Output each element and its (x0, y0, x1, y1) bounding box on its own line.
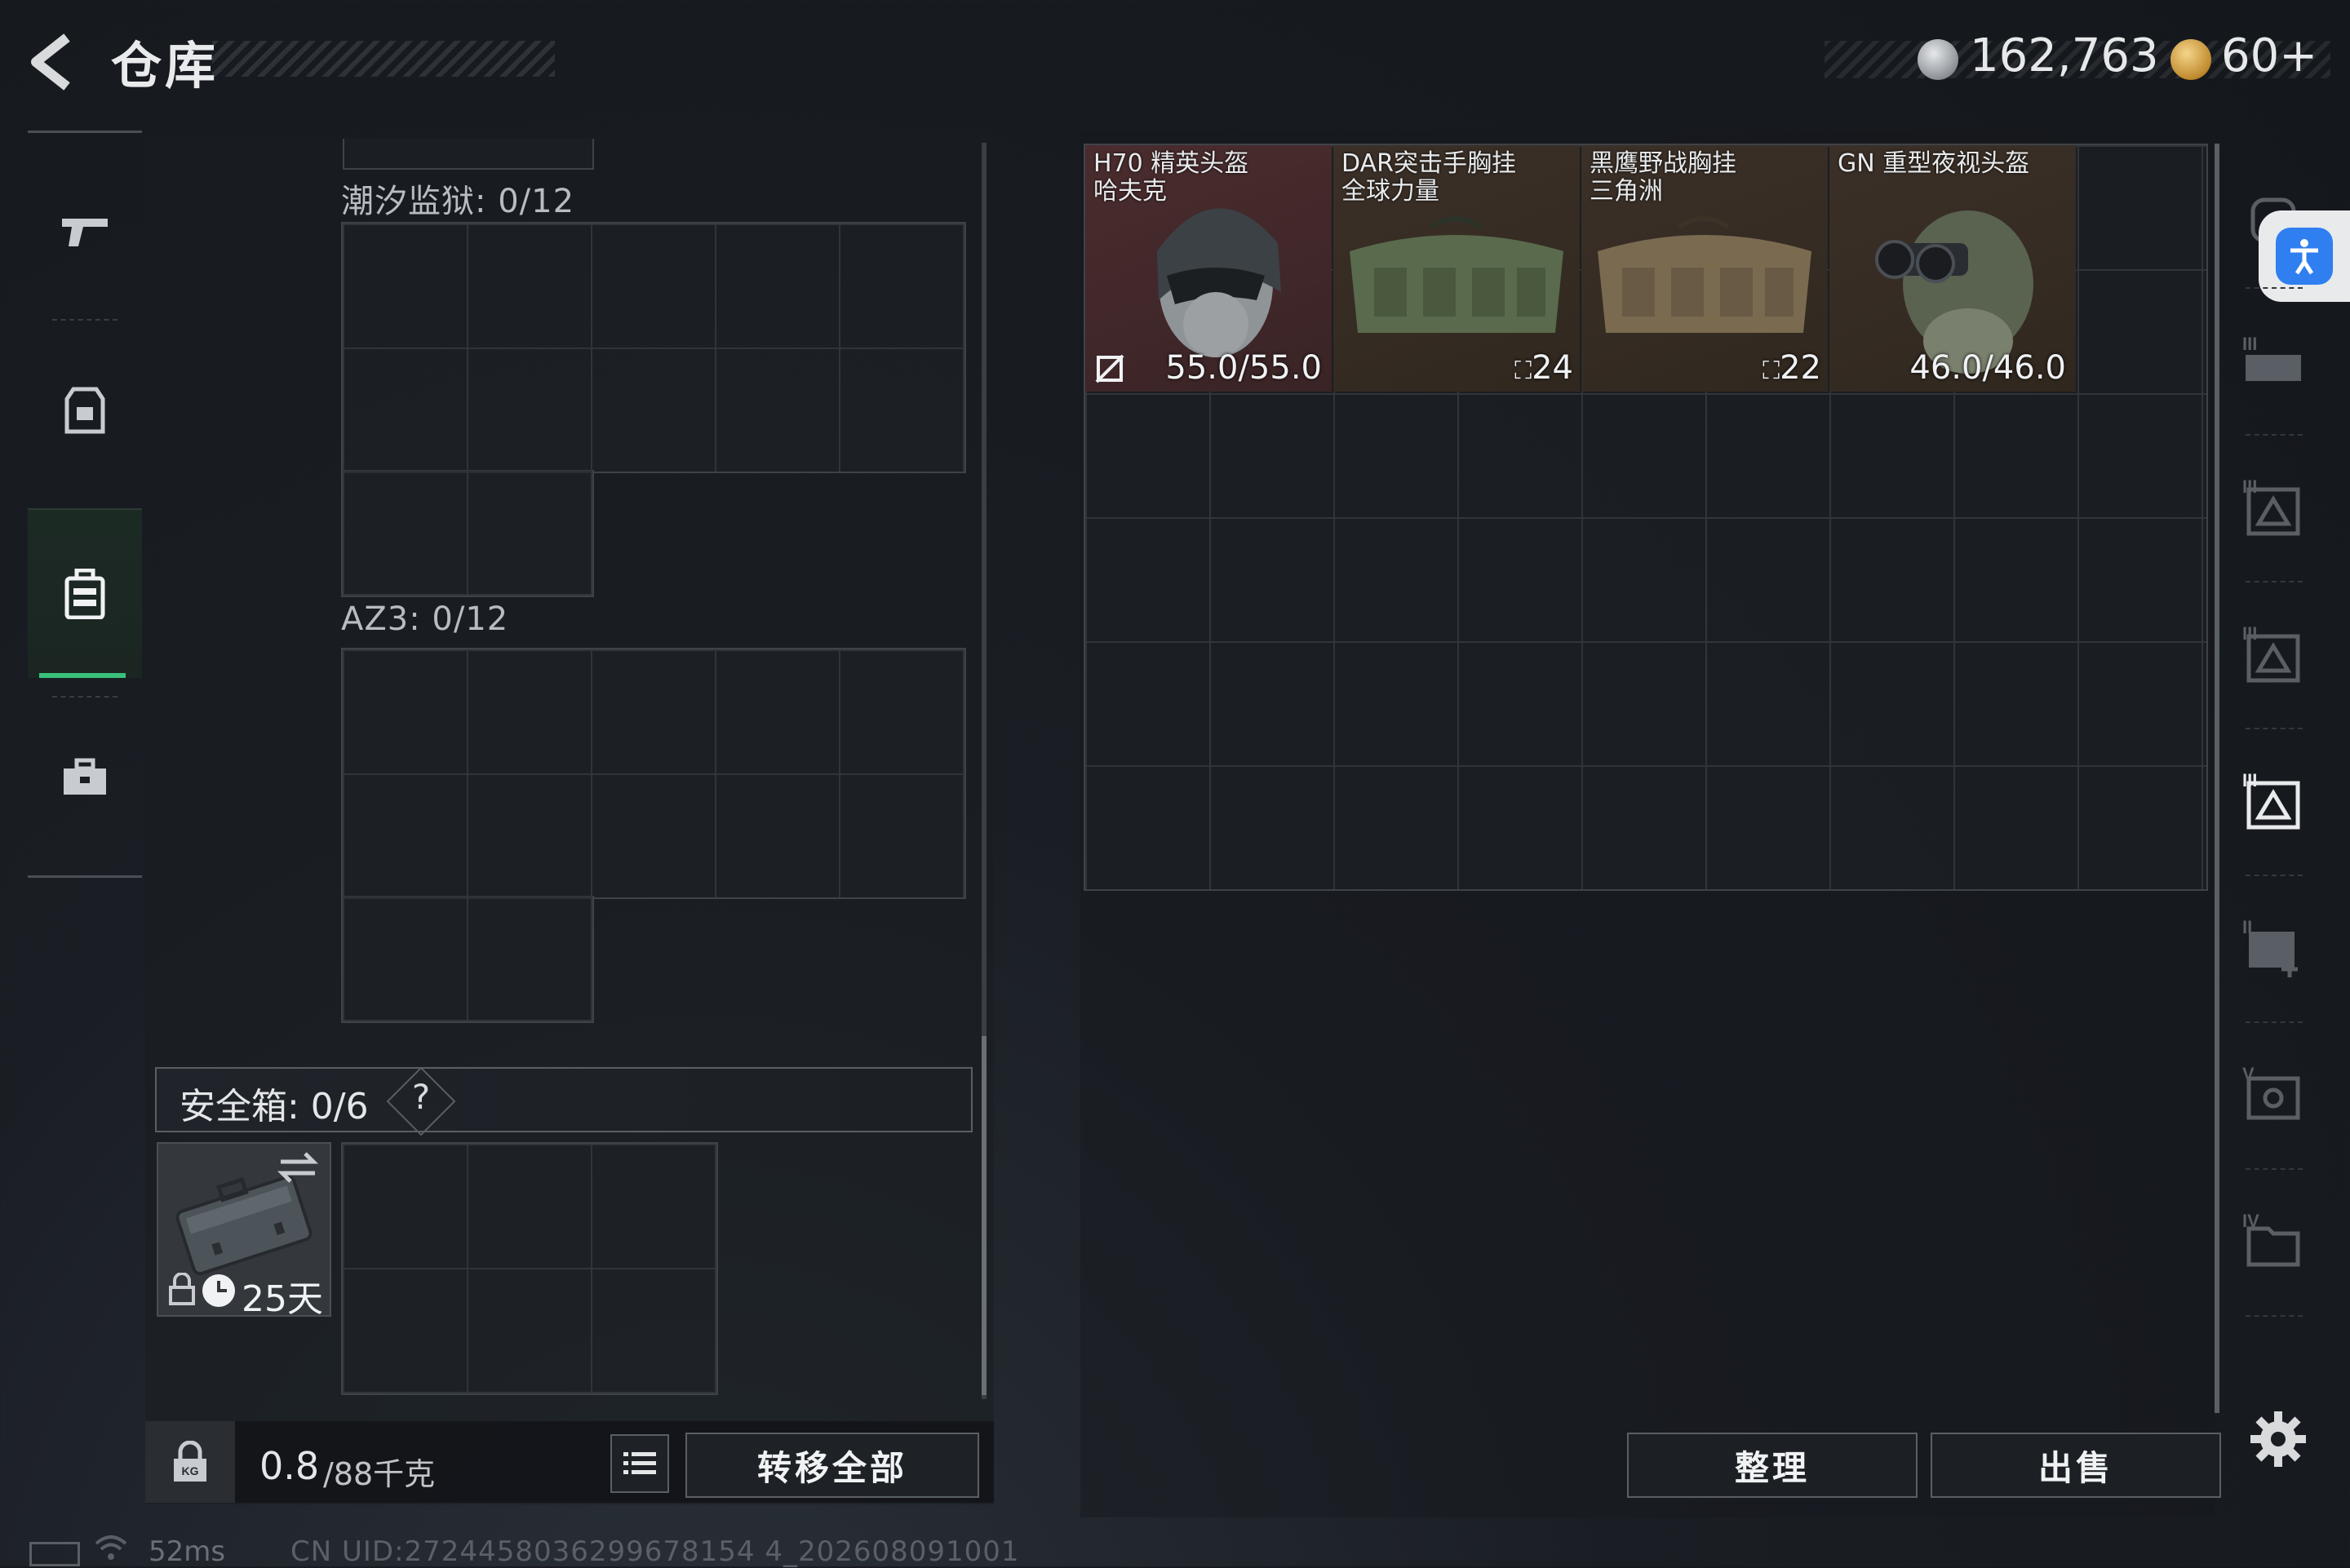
category-tier-3-2[interactable]: III (2224, 441, 2322, 571)
svg-text:KG: KG (182, 1464, 199, 1477)
stash-item-dar-rig[interactable]: DAR突击手胸挂 全球力量 ⛶24 (1333, 145, 1580, 392)
shelf-icon: III (2242, 770, 2300, 830)
weight-lock-icon: KG (174, 1441, 206, 1482)
shelf-add-icon: II (2242, 917, 2298, 977)
chest-rig-icon (1350, 216, 1563, 333)
scrollbar-thumb[interactable] (982, 1036, 987, 1395)
silver-coin-icon (1918, 39, 1958, 80)
shelf-gear-icon: V (2242, 1064, 2300, 1120)
gear-icon (2250, 1411, 2306, 1467)
gold-coin-icon (2170, 39, 2211, 80)
weight-max: /88千克 (323, 1456, 436, 1492)
accessibility-icon (2290, 239, 2318, 275)
list-icon (623, 1452, 656, 1474)
item-durability: 55.0/55.0 (1165, 349, 1322, 387)
shelf-folder-icon: IV (2242, 1211, 2300, 1267)
shelf-icon: III (2242, 476, 2300, 536)
category-tier-3-1[interactable]: III (2224, 294, 2322, 424)
stash-scrollbar[interactable] (2215, 144, 2219, 1413)
vest-icon (64, 387, 105, 434)
weight-current: 0.8 (259, 1444, 320, 1488)
left-category-nav (28, 131, 142, 878)
item-capacity: ⛶22 (1762, 349, 1821, 387)
item-capacity: ⛶24 (1514, 349, 1573, 387)
svg-text:III: III (2242, 334, 2257, 354)
nav-item-equipment[interactable] (28, 329, 142, 492)
silver-currency-value: 162,763 (1970, 29, 2159, 82)
help-button[interactable]: ? (405, 1077, 437, 1117)
item-name: GN 重型夜视头盔 (1838, 149, 2030, 178)
active-indicator (39, 673, 126, 678)
category-tier-2[interactable]: II (2224, 881, 2322, 1012)
page-title: 仓库 (111, 36, 219, 95)
item-durability: 46.0/46.0 (1909, 349, 2066, 387)
safebox-label: 安全箱: 0/6 (180, 1086, 369, 1127)
weight-lock-button[interactable]: KG (145, 1421, 235, 1503)
category-tier-3-3[interactable]: III (2224, 587, 2322, 718)
title-decoration (212, 41, 555, 77)
clock-icon (201, 1273, 237, 1309)
list-view-button[interactable] (610, 1434, 669, 1493)
container-label: AZ3: 0/12 (341, 600, 509, 638)
safebox-days-remaining: 25天 (242, 1278, 323, 1320)
transfer-all-button[interactable]: 转移全部 (685, 1433, 979, 1498)
container-grid[interactable] (341, 648, 966, 899)
category-tier-3-active[interactable]: III (2224, 734, 2322, 865)
gold-currency-value[interactable]: 60+ (2221, 29, 2317, 82)
gun-icon (62, 219, 108, 246)
item-name: H70 精英头盔 哈夫克 (1093, 149, 1249, 206)
swap-icon[interactable] (277, 1150, 318, 1183)
lock-icon (168, 1273, 196, 1305)
shelf-icon: III (2242, 623, 2300, 683)
category-tier-4[interactable]: IV (2224, 1175, 2322, 1305)
sort-button[interactable]: 整理 (1627, 1433, 1918, 1498)
nav-item-case[interactable] (28, 696, 142, 859)
category-tier-5[interactable]: V (2224, 1028, 2322, 1158)
sell-button[interactable]: 出售 (1931, 1433, 2221, 1498)
wifi-icon (95, 1534, 127, 1563)
backpack-icon (64, 569, 105, 619)
nightvision-helmet-icon (1875, 210, 2033, 374)
back-arrow-icon (31, 33, 70, 91)
back-button[interactable] (23, 29, 88, 95)
container-grid[interactable] (341, 470, 594, 597)
container-remnant (343, 139, 594, 170)
uid-text: CN UID:2724458036299678154 4_20260809100… (290, 1535, 1020, 1568)
settings-button[interactable] (2247, 1408, 2309, 1470)
container-grid[interactable] (341, 222, 966, 473)
container-grid[interactable] (341, 896, 594, 1023)
nav-item-backpack[interactable] (28, 508, 142, 678)
shelf-icon: III (2242, 334, 2301, 381)
stash-item-gn-nightvision-helmet[interactable]: GN 重型夜视头盔 46.0/46.0 (1829, 145, 2076, 392)
ping-readout: 52ms (149, 1535, 226, 1568)
battery-icon (29, 1542, 80, 1566)
safebox-grid[interactable] (341, 1142, 718, 1395)
container-label: 潮汐监狱: 0/12 (341, 183, 575, 220)
item-name: 黑鹰野战胸挂 三角洲 (1590, 149, 1736, 206)
capacity-icon: ⛶ (1762, 357, 1780, 385)
briefcase-icon (64, 758, 106, 795)
stash-item-h70-helmet[interactable]: H70 精英头盔 哈夫克 55.0/55.0 (1085, 145, 1332, 392)
durability-icon (1095, 354, 1124, 383)
chest-rig-icon (1598, 216, 1811, 333)
header-bar: 仓库 162,763 60+ (0, 0, 2350, 122)
capacity-icon: ⛶ (1514, 357, 1532, 385)
nav-item-weapon[interactable] (28, 149, 142, 312)
item-name: DAR突击手胸挂 全球力量 (1341, 149, 1516, 206)
stash-item-blackhawk-rig[interactable]: 黑鹰野战胸挂 三角洲 ⛶22 (1581, 145, 1828, 392)
